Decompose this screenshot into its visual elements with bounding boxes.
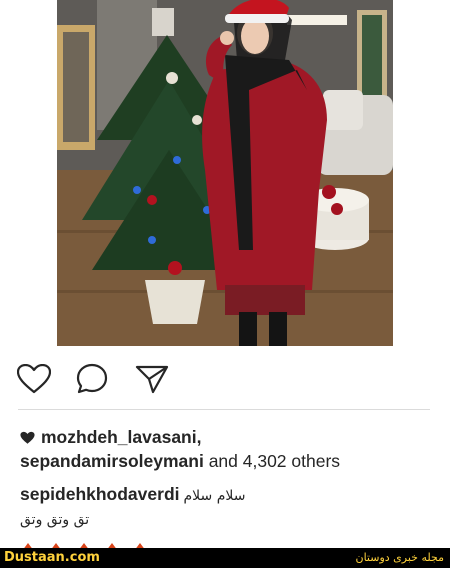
emoji-row — [22, 538, 162, 548]
liker-username-1[interactable]: mozhdeh_lavasani, — [41, 427, 201, 447]
emoji-decoration — [24, 543, 144, 548]
share-button[interactable] — [134, 362, 170, 396]
likes-summary: mozhdeh_lavasani, sepandamirsoleymani an… — [20, 425, 440, 473]
caption-text: سلام سلام — [183, 488, 246, 504]
post-actions — [16, 362, 216, 396]
photo-illustration — [57, 0, 393, 346]
heart-filled-icon — [20, 431, 35, 444]
post-photo[interactable] — [57, 0, 393, 346]
caption-username[interactable]: sepidehkhodaverdi — [20, 484, 180, 504]
site-name: Dustaan.com — [4, 550, 100, 565]
heart-outline-icon — [17, 364, 51, 394]
post-caption: sepidehkhodaverdi سلام سلام — [20, 482, 440, 508]
liker-username-2[interactable]: sepandamirsoleymani — [20, 451, 204, 471]
site-tagline: مجله خبری دوستان — [355, 551, 445, 564]
likes-count-text[interactable]: and 4,302 others — [204, 451, 340, 471]
paper-plane-icon — [135, 365, 169, 394]
comment-button[interactable] — [74, 362, 110, 396]
watermark-footer: Dustaan.com مجله خبری دوستان — [0, 548, 450, 568]
caption-line-2: تق وتق وتق — [20, 512, 90, 528]
like-button[interactable] — [16, 362, 52, 396]
divider — [18, 409, 430, 410]
comment-bubble-icon — [76, 363, 108, 394]
